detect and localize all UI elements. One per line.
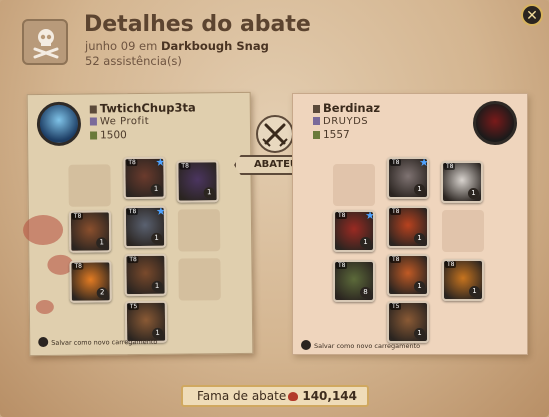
player-icon <box>313 105 320 113</box>
kill-location: Darkbough Snag <box>160 39 269 53</box>
kill-fame: Fama de abate 140,144 <box>181 385 369 407</box>
victim-save-loadout[interactable]: Salvar como novo carregamento <box>301 340 420 350</box>
victim-guild: DRUYDS <box>313 116 368 127</box>
item-tier: T8 <box>390 208 402 215</box>
guild-icon <box>89 117 97 126</box>
victim-item-power: 1557 <box>313 129 350 141</box>
item-tier: T8 <box>72 262 84 270</box>
enchant-star-icon: ★ <box>155 156 166 169</box>
empty-slot-offhand <box>442 210 484 252</box>
empty-slot-food <box>178 258 221 301</box>
item-tier: T8 <box>71 212 84 220</box>
item-quantity: 1 <box>414 233 425 244</box>
enchant-star-icon: ★ <box>365 210 375 222</box>
page-title: Detalhes do abate <box>84 12 311 37</box>
item-quantity: 1 <box>414 281 425 292</box>
save-icon <box>38 336 49 348</box>
assist-count: 52 assistência(s) <box>85 54 182 68</box>
item-tier: T8 <box>126 159 138 167</box>
killer-avatar[interactable] <box>36 101 82 147</box>
killer-item-power: 1500 <box>90 129 127 141</box>
item-tier: T8 <box>127 256 139 264</box>
item-power-icon <box>90 131 98 140</box>
kill-details-window: ✕ Detalhes do abate junho 09 em Darkboug… <box>0 0 549 417</box>
item-quantity: 8 <box>360 287 371 298</box>
victim-item-armor[interactable]: T8 1 <box>387 206 429 248</box>
item-quantity: 2 <box>96 287 108 299</box>
item-tier: T8 <box>126 208 139 216</box>
item-quantity: 1 <box>151 280 163 292</box>
victim-name[interactable]: Berdinaz <box>313 101 380 115</box>
enchant-star-icon: ★ <box>155 205 166 218</box>
item-tier: T8 <box>445 261 457 268</box>
skull-icon <box>22 19 68 65</box>
guild-icon <box>313 117 320 125</box>
item-quantity: 1 <box>469 286 480 297</box>
killer-panel: TwtichChup3ta We Profit 1500 T8 1 ★ T8 1 T8… <box>22 91 254 357</box>
victim-item-helmet[interactable]: T8 1 ★ <box>387 157 429 199</box>
victim-item-boots[interactable]: T8 1 <box>387 254 429 296</box>
killer-item-potion[interactable]: T8 2 <box>69 260 112 303</box>
item-quantity: 1 <box>151 232 163 244</box>
crossed-swords-icon <box>256 115 294 153</box>
killer-name[interactable]: TwtichChup3ta <box>89 100 196 115</box>
item-power-icon <box>313 131 320 139</box>
victim-panel: Berdinaz DRUYDS 1557 T8 1 ★ T8 1 T8 1 ★ T8 1 T… <box>292 93 528 355</box>
killer-guild: We Profit <box>89 116 149 128</box>
item-tier: T8 <box>390 256 402 263</box>
killer-save-loadout[interactable]: Salvar como novo carregamento <box>38 336 157 348</box>
item-tier: T8 <box>336 262 348 269</box>
item-quantity: 1 <box>150 183 162 195</box>
killer-item-armor[interactable]: T8 1 ★ <box>123 205 167 249</box>
victim-item-potion[interactable]: T8 8 <box>333 260 375 302</box>
item-tier: T8 <box>444 163 456 170</box>
enchant-star-icon: ★ <box>419 157 429 169</box>
victim-avatar[interactable] <box>473 101 517 145</box>
item-tier: T8 <box>390 159 402 166</box>
item-tier: T8 <box>179 162 191 170</box>
empty-slot-bag <box>68 164 111 207</box>
item-quantity: 1 <box>414 184 425 195</box>
empty-slot-offhand <box>177 209 221 252</box>
kill-fame-label: Fama de abate <box>197 389 287 403</box>
close-button[interactable]: ✕ <box>521 4 543 26</box>
killer-item-boots[interactable]: T8 1 <box>124 253 167 297</box>
killer-item-cape[interactable]: T8 1 ★ <box>123 156 166 200</box>
item-quantity: 1 <box>468 188 479 199</box>
kill-fame-value: 140,144 <box>288 387 357 405</box>
item-quantity: 1 <box>414 328 425 339</box>
fame-skull-icon <box>288 392 299 401</box>
victim-item-weapon[interactable]: T8 1 ★ <box>333 210 375 252</box>
empty-slot-bag <box>333 164 375 206</box>
save-icon <box>301 340 311 350</box>
item-quantity: 1 <box>96 237 108 249</box>
victim-item-bag[interactable]: T8 1 <box>441 161 483 203</box>
kill-date: junho 09 em <box>85 39 158 53</box>
victim-item-mount[interactable]: T5 1 <box>387 301 429 343</box>
item-quantity: 1 <box>360 237 371 248</box>
killer-item-bag[interactable]: T8 1 <box>176 160 219 203</box>
victim-item-food[interactable]: T8 1 <box>442 259 484 301</box>
item-tier: T8 <box>336 212 348 219</box>
item-tier: T5 <box>127 303 140 311</box>
item-tier: T5 <box>390 303 402 310</box>
killer-item-weapon[interactable]: T8 1 <box>68 210 112 253</box>
kill-date-location: junho 09 em Darkbough Snag <box>85 39 269 53</box>
item-quantity: 1 <box>203 187 215 199</box>
player-icon <box>89 105 97 114</box>
